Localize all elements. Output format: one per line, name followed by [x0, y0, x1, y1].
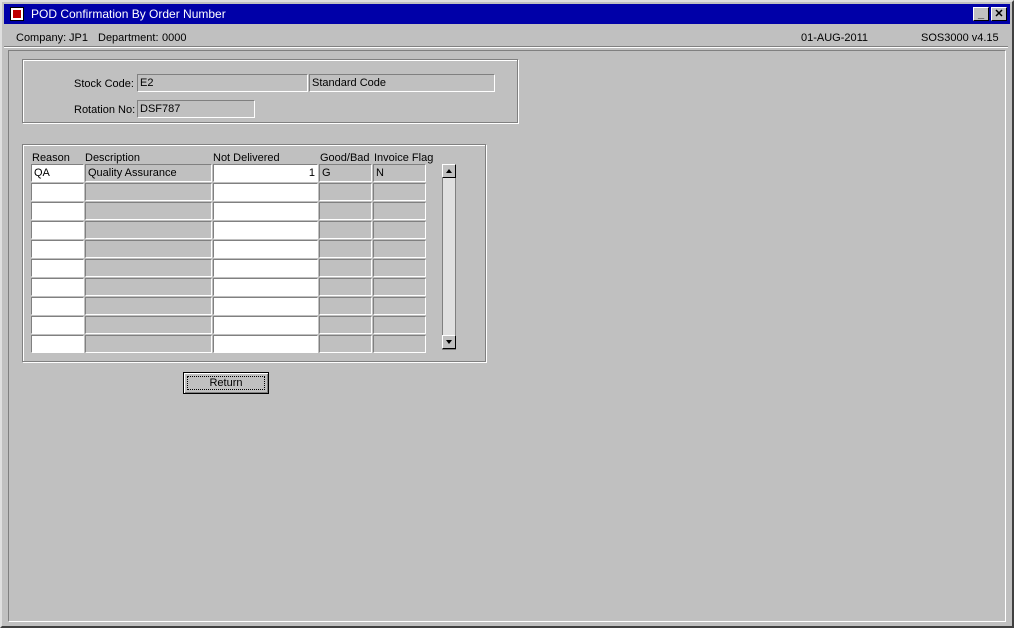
reason-cell[interactable]	[31, 297, 84, 315]
info-bar: Company: JP1 Department: 0000 01-AUG-201…	[4, 30, 1010, 46]
description-cell[interactable]	[85, 278, 212, 296]
date-value: 01-AUG-2011	[801, 32, 869, 44]
invoice-flag-cell[interactable]	[373, 240, 426, 258]
header-good-bad: Good/Bad	[320, 152, 370, 164]
description-cell[interactable]	[85, 221, 212, 239]
stock-code-label: Stock Code:	[74, 78, 134, 90]
reason-cell[interactable]	[31, 278, 84, 296]
header-not-delivered: Not Delivered	[213, 152, 280, 164]
description-cell[interactable]: Quality Assurance	[85, 164, 212, 182]
reason-cell[interactable]	[31, 240, 84, 258]
reason-cell[interactable]	[31, 183, 84, 201]
header-invoice-flag: Invoice Flag	[374, 152, 434, 164]
invoice-flag-cell[interactable]	[373, 316, 426, 334]
description-cell[interactable]	[85, 183, 212, 201]
good-bad-cell[interactable]	[319, 259, 372, 277]
reason-cell[interactable]	[31, 202, 84, 220]
arrow-down-icon	[446, 340, 452, 344]
description-cell[interactable]	[85, 259, 212, 277]
scroll-down-button[interactable]	[442, 335, 456, 349]
not-delivered-cell[interactable]	[213, 297, 318, 315]
reason-cell[interactable]	[31, 335, 84, 353]
reason-cell[interactable]	[31, 259, 84, 277]
not-delivered-cell[interactable]	[213, 259, 318, 277]
stock-description-field[interactable]: Standard Code	[309, 74, 495, 92]
company-value: JP1	[69, 32, 88, 44]
invoice-flag-cell[interactable]	[373, 183, 426, 201]
invoice-flag-cell[interactable]	[373, 202, 426, 220]
stock-code-field[interactable]: E2	[137, 74, 308, 92]
description-cell[interactable]	[85, 297, 212, 315]
good-bad-cell[interactable]	[319, 278, 372, 296]
invoice-flag-cell[interactable]	[373, 297, 426, 315]
description-cell[interactable]	[85, 316, 212, 334]
not-delivered-cell[interactable]	[213, 202, 318, 220]
grid-scrollbar[interactable]	[442, 164, 456, 350]
not-delivered-cell[interactable]	[213, 240, 318, 258]
good-bad-cell[interactable]	[319, 297, 372, 315]
reason-cell[interactable]	[31, 316, 84, 334]
not-delivered-cell[interactable]	[213, 183, 318, 201]
not-delivered-cell[interactable]	[213, 221, 318, 239]
good-bad-cell[interactable]	[319, 183, 372, 201]
focus-indicator	[187, 376, 265, 390]
invoice-flag-cell[interactable]: N	[373, 164, 426, 182]
good-bad-cell[interactable]	[319, 335, 372, 353]
invoice-flag-cell[interactable]	[373, 278, 426, 296]
department-value: 0000	[162, 32, 187, 44]
not-delivered-cell[interactable]: 1	[213, 164, 318, 182]
header-description: Description	[85, 152, 141, 164]
window-title: POD Confirmation By Order Number	[31, 7, 226, 21]
not-delivered-cell[interactable]	[213, 278, 318, 296]
not-delivered-cell[interactable]	[213, 316, 318, 334]
minimize-button[interactable]: _	[973, 7, 989, 21]
company-label: Company:	[16, 32, 67, 44]
close-button[interactable]: ✕	[991, 7, 1007, 21]
good-bad-cell[interactable]	[319, 221, 372, 239]
good-bad-cell[interactable]	[319, 240, 372, 258]
department-label: Department:	[98, 32, 159, 44]
header-reason: Reason	[32, 152, 70, 164]
invoice-flag-cell[interactable]	[373, 221, 426, 239]
rotation-label: Rotation No:	[74, 104, 136, 116]
invoice-flag-cell[interactable]	[373, 335, 426, 353]
invoice-flag-cell[interactable]	[373, 259, 426, 277]
minimize-icon: _	[977, 8, 985, 20]
good-bad-cell[interactable]: G	[319, 164, 372, 182]
reason-cell[interactable]	[31, 221, 84, 239]
app-icon[interactable]	[10, 7, 24, 21]
not-delivered-cell[interactable]	[213, 335, 318, 353]
close-icon: ✕	[994, 8, 1004, 20]
info-separator	[4, 46, 1008, 48]
good-bad-cell[interactable]	[319, 202, 372, 220]
version-value: SOS3000 v4.15	[921, 32, 999, 44]
reason-cell[interactable]: QA	[31, 164, 84, 182]
arrow-up-icon	[446, 169, 452, 173]
rotation-field[interactable]: DSF787	[137, 100, 255, 118]
return-button[interactable]: Return	[183, 372, 269, 394]
good-bad-cell[interactable]	[319, 316, 372, 334]
description-cell[interactable]	[85, 240, 212, 258]
title-bar: POD Confirmation By Order Number _ ✕	[4, 4, 1010, 24]
app-window: POD Confirmation By Order Number _ ✕ Com…	[0, 0, 1014, 628]
description-cell[interactable]	[85, 335, 212, 353]
scroll-up-button[interactable]	[442, 164, 456, 178]
description-cell[interactable]	[85, 202, 212, 220]
